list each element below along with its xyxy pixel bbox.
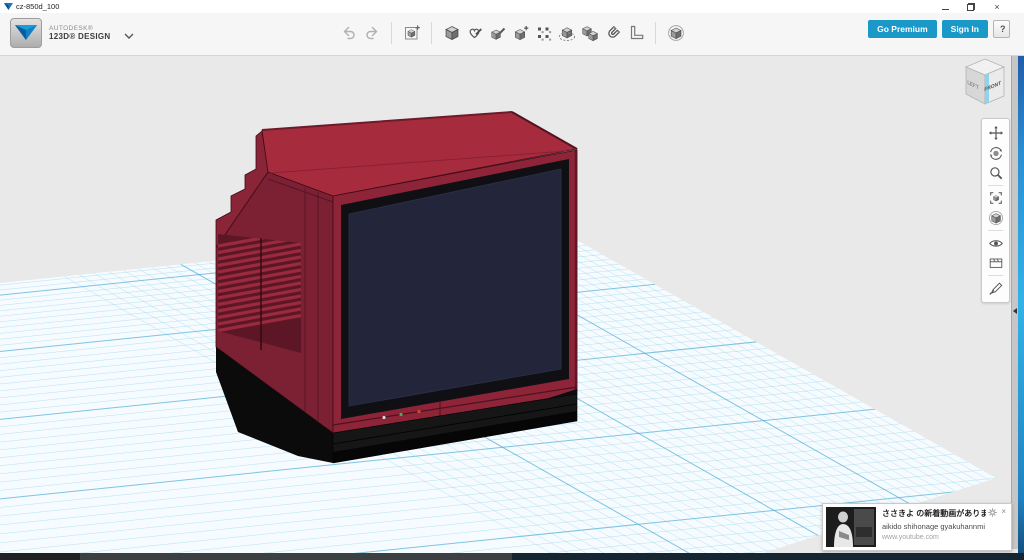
taskbar-sliver[interactable] <box>0 553 1024 560</box>
insert-primitive-button[interactable] <box>400 19 423 47</box>
combine-button[interactable] <box>578 19 601 47</box>
separator <box>988 185 1003 186</box>
undo-button[interactable] <box>337 19 360 47</box>
tv-model[interactable] <box>216 112 577 463</box>
measure-button[interactable] <box>624 19 647 47</box>
modify-button[interactable] <box>509 19 532 47</box>
notification-subtitle: aikido shihonage gyakuhannmi <box>882 522 986 531</box>
view-style-button[interactable] <box>985 208 1006 228</box>
show-hide-button[interactable] <box>985 233 1006 253</box>
help-button[interactable]: ? <box>993 20 1010 38</box>
restore-button[interactable] <box>958 0 984 13</box>
brand-product: 123D® DESIGN <box>49 32 111 41</box>
separator <box>391 22 392 44</box>
minimize-button[interactable] <box>932 0 958 13</box>
separator <box>431 22 432 44</box>
notification-close-icon[interactable]: × <box>1001 508 1006 516</box>
close-button[interactable]: × <box>984 0 1010 13</box>
view-material-button[interactable] <box>664 19 687 47</box>
title-bar: cz-850d_100 × <box>0 0 1024 13</box>
tv-green-led <box>399 413 402 416</box>
brand-autodesk: AUTODESK® <box>49 25 111 32</box>
background-window-edge <box>1018 0 1024 553</box>
view-cube[interactable]: TOP LEFT FRONT <box>958 54 1012 112</box>
app-icon <box>4 2 13 11</box>
separator <box>988 230 1003 231</box>
navigation-toolbar <box>981 118 1010 303</box>
separator <box>655 22 656 44</box>
taskbar-segment <box>512 553 1024 560</box>
toggle-sketch-visibility-button[interactable] <box>985 278 1006 298</box>
redo-button[interactable] <box>360 19 383 47</box>
notification-source: www.youtube.com <box>882 534 986 541</box>
panel-expand-arrow-icon[interactable] <box>1013 308 1017 314</box>
orbit-button[interactable] <box>985 143 1006 163</box>
tv-power-led <box>382 416 385 419</box>
zoom-button[interactable] <box>985 163 1006 183</box>
sketch-button[interactable] <box>463 19 486 47</box>
material-button[interactable] <box>985 253 1006 273</box>
pan-button[interactable] <box>985 123 1006 143</box>
tv-red-led <box>417 410 420 413</box>
primitives-button[interactable] <box>440 19 463 47</box>
notification-popup[interactable]: ささきよ の新着動画があります aikido shihonage gyakuha… <box>822 503 1012 551</box>
pattern-button[interactable] <box>532 19 555 47</box>
sign-in-button[interactable]: Sign In <box>942 20 988 38</box>
notification-settings-icon[interactable] <box>988 508 997 519</box>
notification-thumbnail <box>826 507 876 547</box>
main-toolbar: AUTODESK® 123D® DESIGN Go Premium Sign I… <box>0 13 1024 56</box>
separator <box>988 275 1003 276</box>
snap-button[interactable] <box>601 19 624 47</box>
chevron-down-icon[interactable] <box>124 26 134 44</box>
window-title: cz-850d_100 <box>16 2 59 11</box>
construct-button[interactable] <box>486 19 509 47</box>
viewport-3d-canvas[interactable]: TOP LEFT FRONT ささきよ の新着動画があります aikido sh… <box>0 0 1024 560</box>
zoom-to-fit-button[interactable] <box>985 188 1006 208</box>
notification-title: ささきよ の新着動画があります <box>882 508 986 519</box>
tool-strip <box>337 18 687 48</box>
taskbar-segment <box>0 553 80 560</box>
taskbar-segment <box>80 553 512 560</box>
logo-badge-icon <box>10 18 42 48</box>
go-premium-button[interactable]: Go Premium <box>868 20 937 38</box>
notification-text: ささきよ の新着動画があります aikido shihonage gyakuha… <box>882 508 986 550</box>
app-logo[interactable]: AUTODESK® 123D® DESIGN <box>10 18 134 48</box>
grouping-button[interactable] <box>555 19 578 47</box>
